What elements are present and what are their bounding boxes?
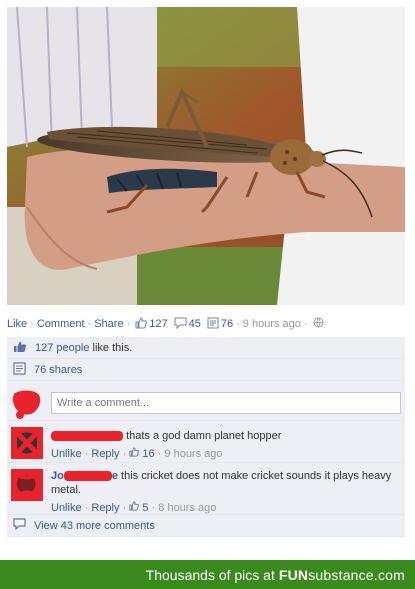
avatar (11, 387, 43, 419)
comment-author-partial[interactable]: Jo (51, 470, 64, 482)
separator-dot: · (236, 318, 240, 330)
share-icon (13, 361, 26, 378)
like-count[interactable]: 127 (149, 318, 167, 330)
comment-link[interactable]: Comment (37, 318, 85, 330)
unlike-link[interactable]: Unlike (51, 502, 82, 514)
likes-people-link[interactable]: 127 people (35, 342, 89, 354)
avatar[interactable] (11, 469, 43, 501)
write-comment-input[interactable]: Write a comment... (51, 392, 401, 414)
feedback-panel: 127 people like this. 76 shares Write a … (7, 337, 405, 537)
comment-bubble-icon[interactable] (174, 317, 187, 332)
likes-suffix: like this. (89, 341, 133, 354)
redacted-name[interactable] (63, 471, 112, 482)
thumbs-up-icon[interactable] (135, 316, 148, 332)
comment-meta: Unlike · Reply · 16 · 9 hours ago (51, 447, 223, 460)
comment-text: thats a god damn planet hopper (126, 430, 282, 442)
likes-summary-row: 127 people like this. (7, 337, 405, 359)
post-action-bar: Like · Comment · Share · 127 45 76 · 9 h… (7, 316, 405, 332)
comment-count[interactable]: 45 (189, 318, 201, 330)
thumbs-up-icon[interactable] (129, 501, 140, 514)
separator-dot: · (126, 318, 131, 330)
comment-bubble-icon (13, 518, 26, 533)
redacted-name[interactable] (51, 431, 123, 442)
comment-meta: Unlike · Reply · 5 · 8 hours ago (51, 501, 217, 514)
reply-link[interactable]: Reply (91, 502, 119, 514)
separator-dot: · (87, 318, 92, 330)
comment-timestamp[interactable]: 8 hours ago (158, 502, 216, 514)
comment-item: Jo e this cricket does not make cricket s… (7, 463, 405, 515)
comment-item: thats a god damn planet hopper Unlike · … (7, 421, 405, 463)
comment-line: thats a god damn planet hopper (51, 429, 391, 443)
comment-author-end[interactable]: e (112, 470, 118, 482)
comment-like-count[interactable]: 5 (142, 502, 148, 514)
share-count[interactable]: 76 (221, 318, 233, 330)
shares-link[interactable]: 76 shares (34, 364, 82, 376)
globe-icon (313, 317, 324, 331)
separator-dot: · (303, 318, 308, 330)
watermark-banner: Thousands of pics at FUNsubstance.com (0, 560, 415, 589)
watermark-brand: FUNsubstance.com (278, 566, 405, 583)
share-icon[interactable] (207, 317, 219, 332)
post-timestamp[interactable]: 9 hours ago (243, 318, 301, 330)
comment-line: Jo e this cricket does not make cricket s… (51, 469, 396, 497)
shares-summary-row: 76 shares (7, 359, 405, 381)
write-comment-row: Write a comment... (7, 381, 405, 421)
comment-like-count[interactable]: 16 (142, 448, 154, 460)
avatar[interactable] (11, 427, 43, 459)
comment-body: Jo e this cricket does not make cricket s… (51, 469, 396, 514)
view-more-comments-link[interactable]: View 43 more comments (34, 520, 155, 532)
unlike-link[interactable]: Unlike (51, 448, 82, 460)
post-photo[interactable] (7, 7, 405, 305)
comment-timestamp[interactable]: 9 hours ago (164, 448, 222, 460)
thumbs-up-icon[interactable] (129, 447, 140, 460)
separator-dot: · (30, 318, 34, 330)
share-link[interactable]: Share (94, 318, 123, 330)
thumbs-up-icon (13, 340, 27, 356)
comment-body: thats a god damn planet hopper Unlike · … (51, 429, 391, 460)
grasshopper-photo (7, 7, 405, 305)
likes-summary-text: 127 people like this. (35, 342, 132, 354)
watermark-prefix: Thousands of pics at (145, 566, 275, 583)
reply-link[interactable]: Reply (91, 448, 119, 460)
view-more-comments-row[interactable]: View 43 more comments (7, 515, 405, 537)
like-link[interactable]: Like (7, 318, 27, 330)
